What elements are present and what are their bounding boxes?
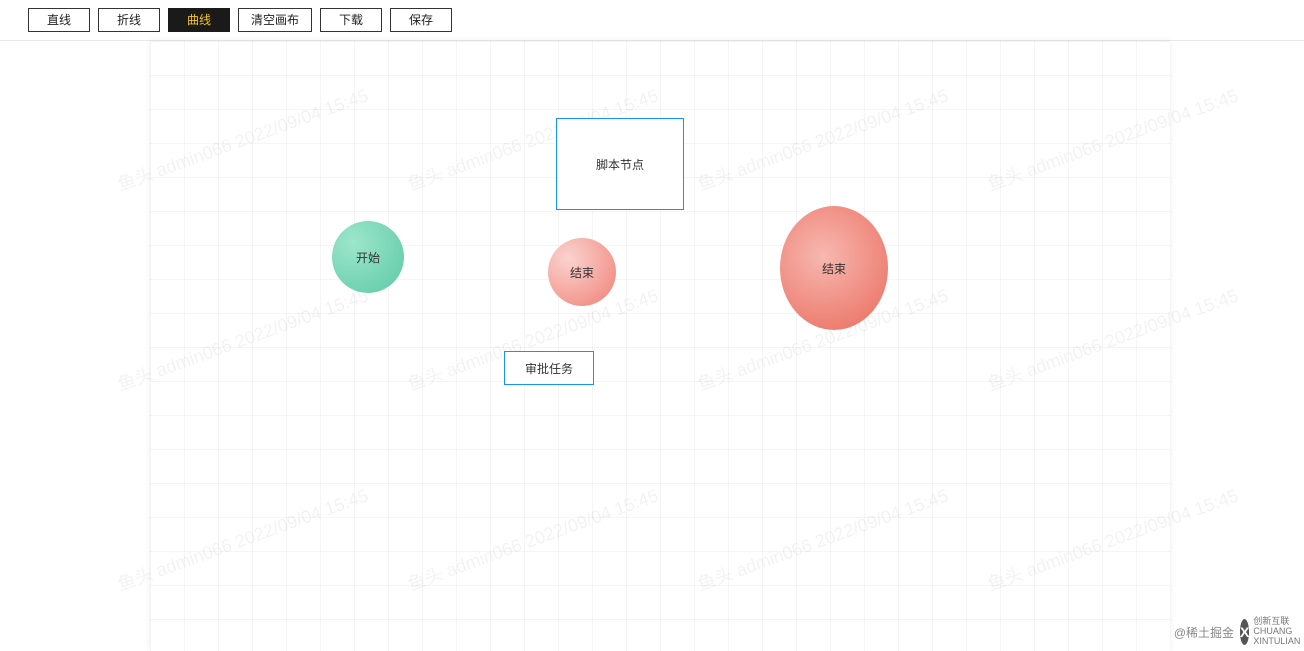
download-button[interactable]: 下载 [320,8,382,32]
node-label: 审批任务 [525,360,573,377]
watermark: 鱼头 admin066 2022/09/04 15:45 [694,481,952,596]
end-node-small[interactable]: 结束 [548,238,616,306]
toolbar: 直线 折线 曲线 清空画布 下载 保存 [0,0,1304,41]
start-node[interactable]: 开始 [332,221,404,293]
watermark: 鱼头 admin066 2022/09/04 15:45 [694,81,952,196]
logo-brand-en: CHUANG XINTULIAN [1253,627,1300,647]
logo-mark-icon: X [1240,619,1249,645]
end-node-large[interactable]: 结束 [780,206,888,330]
node-label: 结束 [822,260,846,277]
node-label: 结束 [570,264,594,281]
watermark: 鱼头 admin066 2022/09/04 15:45 [114,481,372,596]
canvas[interactable]: 鱼头 admin066 2022/09/04 15:45 鱼头 admin066… [150,41,1170,651]
watermark: 鱼头 admin066 2022/09/04 15:45 [404,481,662,596]
curve-button[interactable]: 曲线 [168,8,230,32]
watermark: 鱼头 admin066 2022/09/04 15:45 [114,281,372,396]
node-label: 开始 [356,249,380,266]
credit-text: @稀土掘金 [1174,624,1234,641]
watermark: 鱼头 admin066 2022/09/04 15:45 [984,281,1242,396]
watermark: 鱼头 admin066 2022/09/04 15:45 [984,81,1242,196]
brand-logo: X 创新互联 CHUANG XINTULIAN [1240,617,1298,647]
node-label: 脚本节点 [596,156,644,173]
clear-canvas-button[interactable]: 清空画布 [238,8,312,32]
watermark: 鱼头 admin066 2022/09/04 15:45 [114,81,372,196]
watermark: 鱼头 admin066 2022/09/04 15:45 [984,481,1242,596]
approval-task-node[interactable]: 审批任务 [504,351,594,385]
script-node[interactable]: 脚本节点 [556,118,684,210]
save-button[interactable]: 保存 [390,8,452,32]
line-button[interactable]: 直线 [28,8,90,32]
logo-text: 创新互联 CHUANG XINTULIAN [1253,617,1300,647]
polyline-button[interactable]: 折线 [98,8,160,32]
